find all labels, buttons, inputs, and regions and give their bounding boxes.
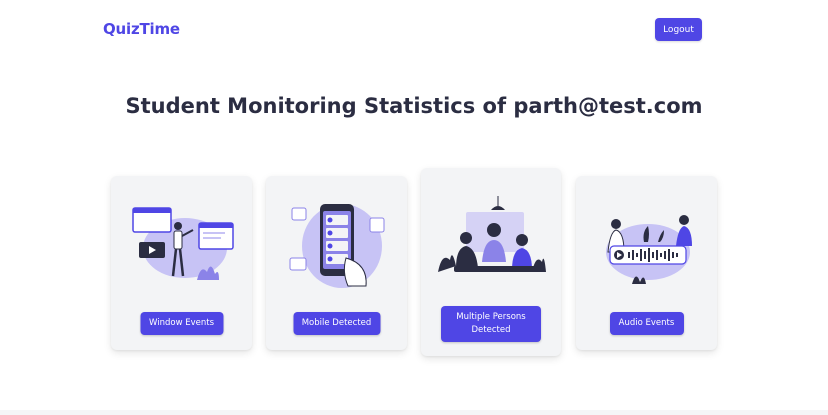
footer-divider: [0, 410, 828, 415]
audio-events-button[interactable]: Audio Events: [609, 312, 684, 335]
window-events-card: Window Events: [111, 176, 252, 350]
brand-logo[interactable]: QuizTime: [103, 20, 180, 38]
mobile-detected-button[interactable]: Mobile Detected: [293, 312, 380, 335]
page-title: Student Monitoring Statistics of parth@t…: [125, 94, 703, 118]
audio-events-card: Audio Events: [576, 176, 717, 350]
mobile-detected-card: Mobile Detected: [266, 176, 407, 350]
group-meeting-illustration: [438, 196, 546, 272]
window-events-button[interactable]: Window Events: [140, 312, 223, 335]
multiple-persons-button[interactable]: Multiple Persons Detected: [441, 306, 541, 342]
multiple-persons-card: Multiple Persons Detected: [421, 168, 561, 356]
presentation-illustration: [131, 207, 234, 280]
mobile-phone-illustration: [289, 204, 384, 288]
audio-wave-illustration: [605, 215, 692, 284]
logout-button[interactable]: Logout: [655, 18, 702, 41]
